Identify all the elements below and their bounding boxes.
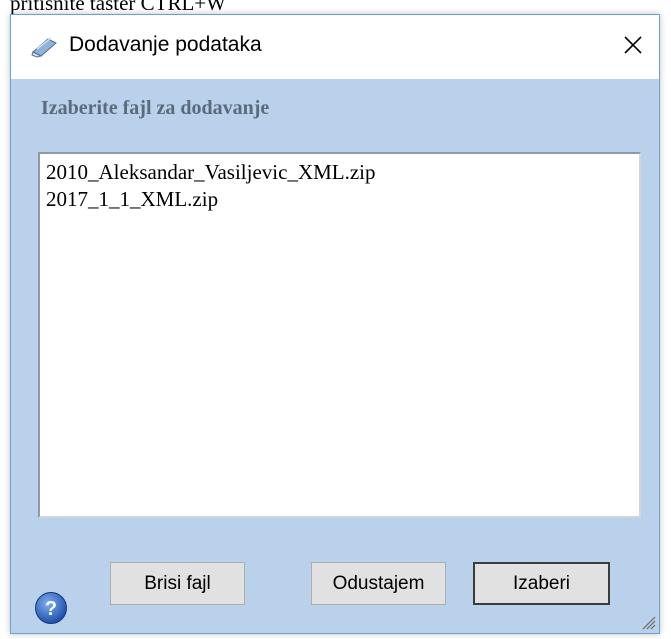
file-list-item[interactable]: 2010_Aleksandar_Vasiljevic_XML.zip: [46, 159, 633, 186]
close-button[interactable]: [609, 23, 657, 67]
select-button[interactable]: Izaberi: [473, 562, 610, 605]
help-icon[interactable]: ?: [34, 591, 68, 625]
cancel-button[interactable]: Odustajem: [311, 562, 446, 605]
file-list-item[interactable]: 2017_1_1_XML.zip: [46, 186, 633, 213]
close-icon: [624, 36, 642, 54]
add-data-dialog: Dodavanje podataka Izaberite fajl za dod…: [10, 14, 660, 634]
prompt-label: Izaberite fajl za dodavanje: [41, 97, 270, 119]
delete-file-button[interactable]: Brisi fajl: [110, 562, 245, 605]
file-list[interactable]: 2010_Aleksandar_Vasiljevic_XML.zip 2017_…: [38, 152, 641, 518]
resize-grip-icon[interactable]: [637, 611, 657, 631]
dialog-title: Dodavanje podataka: [69, 33, 262, 56]
title-bar[interactable]: Dodavanje podataka: [11, 15, 659, 79]
pencil-eraser-icon: [31, 36, 59, 58]
svg-text:?: ?: [45, 598, 57, 620]
